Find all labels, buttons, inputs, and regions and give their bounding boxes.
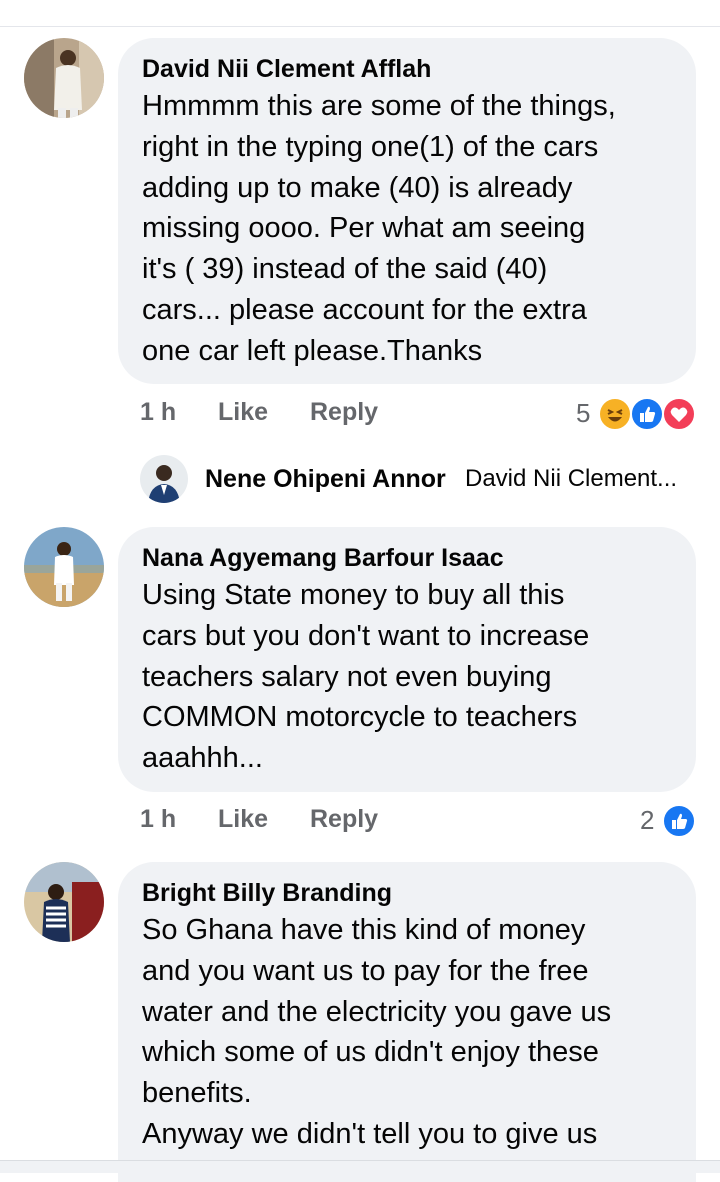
reactions[interactable] [598,397,698,431]
comment-bubble: Nana Agyemang Barfour Isaac Using State … [118,527,696,792]
like-button[interactable]: Like [218,398,268,427]
comment-bubble: David Nii Clement Afflah Hmmmm this are … [118,38,696,384]
avatar[interactable] [140,455,188,503]
reply-author[interactable]: Nene Ohipeni Annor [205,465,446,494]
comment-actions: 1 h Like Reply [140,805,440,839]
comment-author[interactable]: Bright Billy Branding [142,876,672,910]
comment-time[interactable]: 1 h [140,398,176,427]
top-divider [0,26,720,27]
love-icon [662,397,696,431]
reply-snippet: David Nii Clement... [465,465,678,492]
comment-author[interactable]: David Nii Clement Afflah [142,52,672,86]
comment-bubble: Bright Billy Branding So Ghana have this… [118,862,696,1182]
comment-text: Hmmmm this are some of the things, right… [142,90,616,367]
comment-text: So Ghana have this kind of money and you… [142,914,612,1150]
reply-button[interactable]: Reply [310,805,378,834]
reaction-count[interactable]: 5 [576,398,590,429]
like-button[interactable]: Like [218,805,268,834]
avatar[interactable] [24,862,104,942]
like-icon [630,397,664,431]
like-icon [662,804,696,838]
comment-time[interactable]: 1 h [140,805,176,834]
reactions[interactable] [662,804,698,838]
bottom-bar [0,1160,720,1173]
comment-actions: 1 h Like Reply [140,398,440,432]
avatar[interactable] [24,38,104,118]
reaction-count[interactable]: 2 [640,805,654,836]
comment-author[interactable]: Nana Agyemang Barfour Isaac [142,541,672,575]
haha-icon [598,397,632,431]
reply-button[interactable]: Reply [310,398,378,427]
avatar[interactable] [24,527,104,607]
reply-preview[interactable]: Nene Ohipeni Annor David Nii Clement... [140,455,700,505]
comment-text: Using State money to buy all this cars b… [142,579,590,775]
